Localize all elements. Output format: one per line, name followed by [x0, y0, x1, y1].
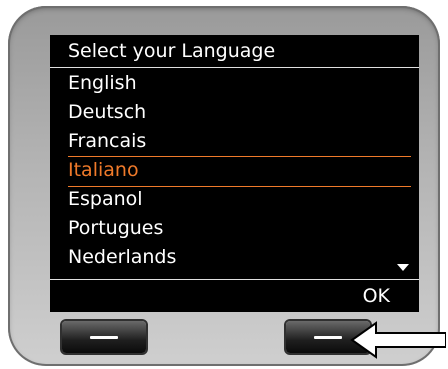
- arrow-left-icon: [350, 321, 446, 359]
- display-screen: Select your Language English Deutsch Fra…: [50, 35, 419, 312]
- selection-bottom-line: [68, 186, 411, 187]
- selection-top-line: [68, 156, 411, 157]
- phone-device: Select your Language English Deutsch Fra…: [8, 6, 440, 366]
- ok-softkey-label: OK: [362, 285, 390, 307]
- language-item-english[interactable]: English: [68, 69, 398, 98]
- screen-title: Select your Language: [68, 40, 276, 62]
- left-softkey-button[interactable]: [62, 321, 146, 353]
- language-item-italiano[interactable]: Italiano: [68, 156, 398, 185]
- softkey-divider: [50, 279, 419, 280]
- language-item-nederlands[interactable]: Nederlands: [68, 243, 398, 272]
- language-item-espanol[interactable]: Espanol: [68, 185, 398, 214]
- scroll-down-icon: [397, 264, 409, 271]
- softkey-bar-icon: [90, 336, 118, 339]
- language-item-francais[interactable]: Francais: [68, 127, 398, 156]
- softkey-bar-icon: [314, 336, 342, 339]
- language-list: English Deutsch Francais Italiano Espano…: [68, 69, 398, 272]
- title-divider: [50, 67, 419, 68]
- language-item-portugues[interactable]: Portugues: [68, 214, 398, 243]
- language-item-deutsch[interactable]: Deutsch: [68, 98, 398, 127]
